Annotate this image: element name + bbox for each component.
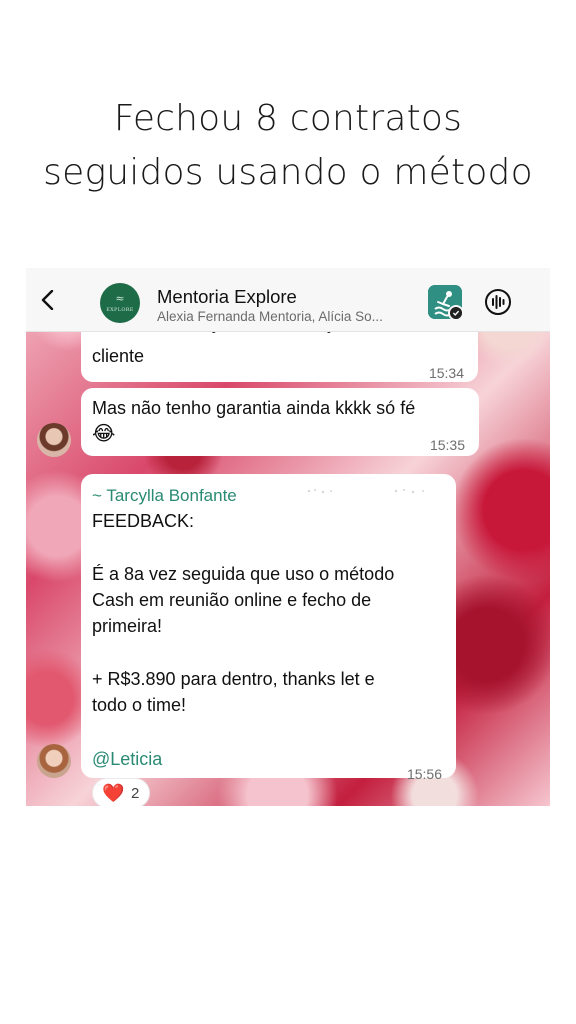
check-badge-icon bbox=[448, 305, 464, 321]
headline-line-1: Fechou 8 contratos bbox=[113, 98, 463, 139]
message-line: Cash em reunião online e fecho de bbox=[92, 589, 372, 610]
chat-screenshot: ≈ EXPLORE Mentoria Explore Alexia Fernan… bbox=[26, 268, 550, 806]
chat-title[interactable]: Mentoria Explore bbox=[157, 286, 297, 308]
explore-logo-text: EXPLORE bbox=[106, 307, 134, 313]
message-line: todo o time! bbox=[92, 695, 187, 716]
message-time: 15:34 bbox=[428, 365, 464, 381]
message-bubble[interactable]: muitas construções de indicação desse cl… bbox=[81, 324, 478, 382]
message-line bbox=[92, 534, 447, 560]
heart-icon: ❤️ bbox=[102, 783, 125, 803]
message-text: Mas não tenho garantia ainda kkkk só fé bbox=[92, 398, 416, 418]
reaction-count: 2 bbox=[131, 785, 140, 802]
laughing-emoji: 😂 bbox=[92, 423, 116, 445]
sender-avatar[interactable] bbox=[37, 423, 71, 457]
message-body: FEEDBACK: É a 8a vez seguida que uso o m… bbox=[92, 508, 447, 718]
chat-participants[interactable]: Alexia Fernanda Mentoria, Alícia So... bbox=[157, 309, 383, 324]
blurred-phone-number bbox=[307, 489, 424, 494]
message-line bbox=[92, 639, 447, 665]
chevron-left-icon[interactable] bbox=[40, 290, 56, 310]
message-line: É a 8a vez seguida que uso o método bbox=[92, 563, 395, 584]
message-line: + R$3.890 para dentro, thanks let e bbox=[92, 668, 375, 689]
message-sender[interactable]: ~ Tarcylla Bonfante bbox=[92, 483, 237, 509]
chat-header: ≈ EXPLORE Mentoria Explore Alexia Fernan… bbox=[26, 268, 550, 332]
audio-call-icon[interactable] bbox=[484, 288, 512, 316]
message-text: cliente bbox=[92, 346, 145, 366]
message-bubble[interactable]: Mas não tenho garantia ainda kkkk só fé … bbox=[81, 388, 479, 456]
headline: Fechou 8 contratos seguidos usando o mét… bbox=[0, 92, 576, 200]
headline-line-2: seguidos usando o método bbox=[43, 152, 533, 193]
sender-avatar[interactable] bbox=[37, 744, 71, 778]
group-avatar[interactable]: ≈ EXPLORE bbox=[100, 283, 140, 323]
reaction-pill[interactable]: ❤️ 2 bbox=[92, 778, 150, 806]
message-time: 15:35 bbox=[429, 437, 465, 453]
explore-wave-icon: ≈ bbox=[115, 292, 125, 305]
message-line: FEEDBACK: bbox=[92, 511, 195, 531]
mention-link[interactable]: @Leticia bbox=[92, 746, 162, 772]
message-bubble[interactable]: ~ Tarcylla Bonfante FEEDBACK: É a 8a vez… bbox=[81, 474, 456, 782]
message-time: 15:56 bbox=[406, 766, 442, 782]
message-line: primeira! bbox=[92, 616, 163, 637]
